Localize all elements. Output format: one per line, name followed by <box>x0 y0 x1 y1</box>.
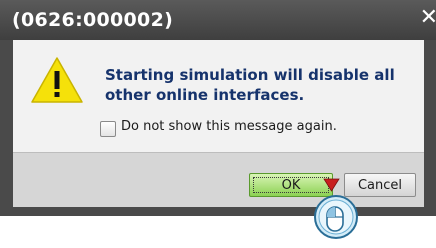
simulation-warning-dialog: (0626:000002) ✕ Starting simulation will… <box>0 0 436 216</box>
mouse-click-cursor-icon <box>314 178 358 239</box>
dialog-message: Starting simulation will disable all oth… <box>105 66 395 104</box>
dont-show-again-label[interactable]: Do not show this message again. <box>121 119 337 134</box>
dialog-titlebar: (0626:000002) ✕ <box>0 0 436 40</box>
warning-icon <box>31 57 83 103</box>
dialog-title: (0626:000002) <box>12 9 174 31</box>
close-icon[interactable]: ✕ <box>420 7 436 29</box>
dont-show-again-checkbox[interactable] <box>100 121 116 137</box>
dialog-content: Starting simulation will disable all oth… <box>13 40 424 152</box>
